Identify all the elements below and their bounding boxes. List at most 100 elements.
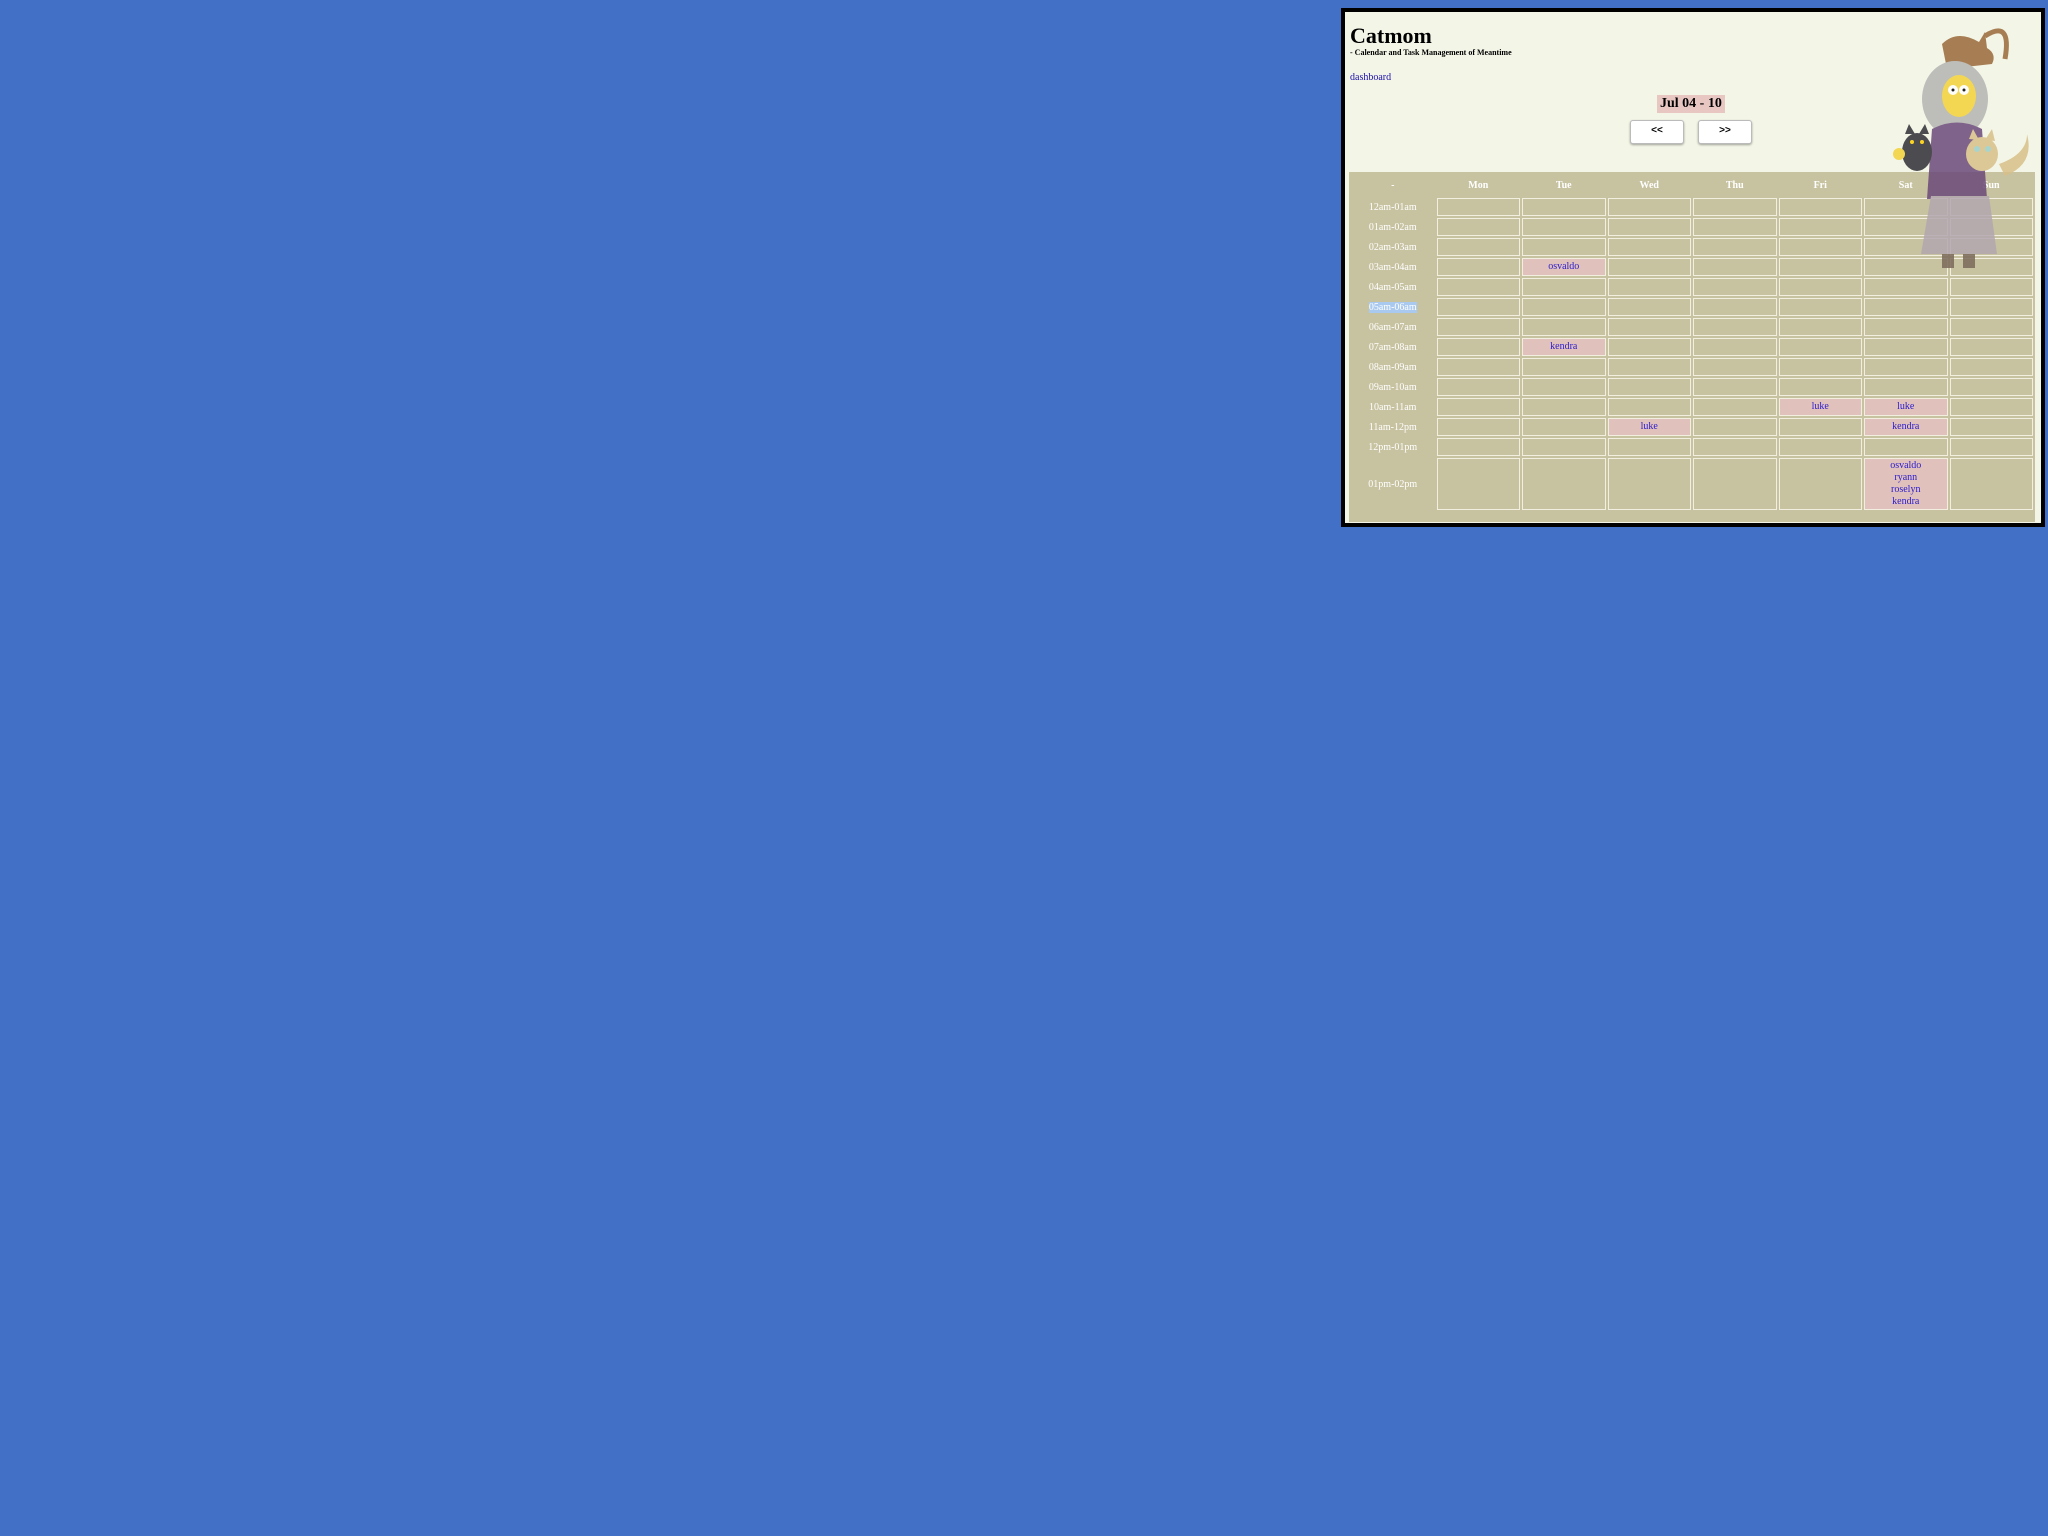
calendar-slot-fri[interactable] [1778, 458, 1862, 510]
event-name[interactable]: kendra [1865, 421, 1947, 433]
calendar-slot-wed[interactable] [1607, 218, 1691, 236]
calendar-slot-sat[interactable] [1864, 358, 1948, 376]
calendar-slot-fri[interactable] [1778, 438, 1862, 456]
calendar-slot-thu[interactable] [1693, 318, 1777, 336]
calendar-slot-tue[interactable] [1522, 398, 1606, 416]
calendar-slot-mon[interactable] [1436, 318, 1520, 336]
calendar-slot-tue[interactable] [1522, 438, 1606, 456]
calendar-slot-mon[interactable] [1436, 378, 1520, 396]
calendar-slot-sun[interactable] [1949, 278, 2033, 296]
calendar-slot-thu[interactable] [1693, 258, 1777, 276]
calendar-slot-fri[interactable] [1778, 258, 1862, 276]
calendar-slot-tue[interactable]: osvaldo [1522, 258, 1606, 276]
calendar-slot-tue[interactable] [1522, 298, 1606, 316]
event-name[interactable]: luke [1609, 421, 1691, 433]
calendar-slot-sun[interactable] [1949, 298, 2033, 316]
calendar-slot-sun[interactable] [1949, 338, 2033, 356]
calendar-slot-sun[interactable] [1949, 398, 2033, 416]
calendar-slot-mon[interactable] [1436, 298, 1520, 316]
event-name[interactable]: osvaldo [1865, 460, 1947, 472]
dashboard-link[interactable]: dashboard [1350, 72, 1391, 83]
calendar-slot-tue[interactable] [1522, 218, 1606, 236]
calendar-slot-fri[interactable] [1778, 218, 1862, 236]
calendar-slot-sat[interactable] [1864, 318, 1948, 336]
calendar-slot-sun[interactable] [1949, 418, 2033, 436]
calendar-slot-fri[interactable] [1778, 418, 1862, 436]
calendar-slot-thu[interactable] [1693, 358, 1777, 376]
calendar-slot-wed[interactable] [1607, 358, 1691, 376]
calendar-slot-fri[interactable] [1778, 358, 1862, 376]
event-name[interactable]: osvaldo [1523, 261, 1605, 273]
event-name[interactable]: kendra [1523, 341, 1605, 353]
event-name[interactable]: ryann [1865, 472, 1947, 484]
calendar-slot-fri[interactable]: luke [1778, 398, 1862, 416]
calendar-slot-mon[interactable] [1436, 198, 1520, 216]
event-name[interactable]: roselyn [1865, 484, 1947, 496]
calendar-slot-sun[interactable] [1949, 378, 2033, 396]
calendar-slot-sun[interactable] [1949, 358, 2033, 376]
calendar-slot-wed[interactable] [1607, 198, 1691, 216]
calendar-slot-wed[interactable] [1607, 318, 1691, 336]
next-week-button[interactable]: >> [1698, 120, 1752, 144]
calendar-slot-thu[interactable] [1693, 198, 1777, 216]
calendar-slot-mon[interactable] [1436, 338, 1520, 356]
calendar-slot-mon[interactable] [1436, 238, 1520, 256]
calendar-slot-tue[interactable] [1522, 378, 1606, 396]
calendar-slot-mon[interactable] [1436, 218, 1520, 236]
calendar-slot-mon[interactable] [1436, 258, 1520, 276]
calendar-slot-mon[interactable] [1436, 418, 1520, 436]
calendar-slot-fri[interactable] [1778, 298, 1862, 316]
calendar-slot-fri[interactable] [1778, 238, 1862, 256]
calendar-slot-sun[interactable] [1949, 458, 2033, 510]
calendar-slot-sat[interactable] [1864, 338, 1948, 356]
calendar-slot-sun[interactable] [1949, 438, 2033, 456]
calendar-slot-fri[interactable] [1778, 278, 1862, 296]
calendar-slot-tue[interactable] [1522, 358, 1606, 376]
calendar-slot-mon[interactable] [1436, 438, 1520, 456]
calendar-slot-tue[interactable] [1522, 418, 1606, 436]
calendar-slot-wed[interactable] [1607, 238, 1691, 256]
calendar-slot-wed[interactable] [1607, 298, 1691, 316]
calendar-slot-wed[interactable] [1607, 278, 1691, 296]
calendar-slot-sat[interactable] [1864, 378, 1948, 396]
calendar-slot-fri[interactable] [1778, 198, 1862, 216]
event-name[interactable]: luke [1780, 401, 1862, 413]
calendar-slot-thu[interactable] [1693, 298, 1777, 316]
calendar-slot-sat[interactable]: luke [1864, 398, 1948, 416]
calendar-slot-mon[interactable] [1436, 278, 1520, 296]
calendar-slot-sat[interactable]: osvaldo ryann roselyn kendra [1864, 458, 1948, 510]
calendar-slot-wed[interactable] [1607, 438, 1691, 456]
calendar-slot-mon[interactable] [1436, 358, 1520, 376]
calendar-slot-mon[interactable] [1436, 458, 1520, 510]
calendar-slot-sat[interactable] [1864, 298, 1948, 316]
calendar-slot-sun[interactable] [1949, 318, 2033, 336]
calendar-slot-fri[interactable] [1778, 378, 1862, 396]
calendar-slot-wed[interactable]: luke [1607, 418, 1691, 436]
calendar-slot-fri[interactable] [1778, 318, 1862, 336]
calendar-slot-tue[interactable]: kendra [1522, 338, 1606, 356]
calendar-slot-wed[interactable] [1607, 398, 1691, 416]
event-name[interactable]: kendra [1865, 496, 1947, 508]
calendar-slot-sat[interactable] [1864, 438, 1948, 456]
calendar-slot-tue[interactable] [1522, 198, 1606, 216]
calendar-slot-tue[interactable] [1522, 278, 1606, 296]
calendar-slot-thu[interactable] [1693, 338, 1777, 356]
calendar-slot-wed[interactable] [1607, 458, 1691, 510]
calendar-slot-sat[interactable] [1864, 278, 1948, 296]
calendar-slot-wed[interactable] [1607, 378, 1691, 396]
calendar-slot-thu[interactable] [1693, 398, 1777, 416]
calendar-slot-thu[interactable] [1693, 238, 1777, 256]
calendar-slot-sat[interactable]: kendra [1864, 418, 1948, 436]
calendar-slot-thu[interactable] [1693, 438, 1777, 456]
calendar-slot-thu[interactable] [1693, 418, 1777, 436]
calendar-slot-tue[interactable] [1522, 318, 1606, 336]
event-name[interactable]: luke [1865, 401, 1947, 413]
calendar-slot-wed[interactable] [1607, 338, 1691, 356]
calendar-slot-thu[interactable] [1693, 458, 1777, 510]
calendar-slot-wed[interactable] [1607, 258, 1691, 276]
calendar-slot-thu[interactable] [1693, 218, 1777, 236]
calendar-slot-thu[interactable] [1693, 278, 1777, 296]
calendar-slot-tue[interactable] [1522, 458, 1606, 510]
calendar-slot-mon[interactable] [1436, 398, 1520, 416]
prev-week-button[interactable]: << [1630, 120, 1684, 144]
